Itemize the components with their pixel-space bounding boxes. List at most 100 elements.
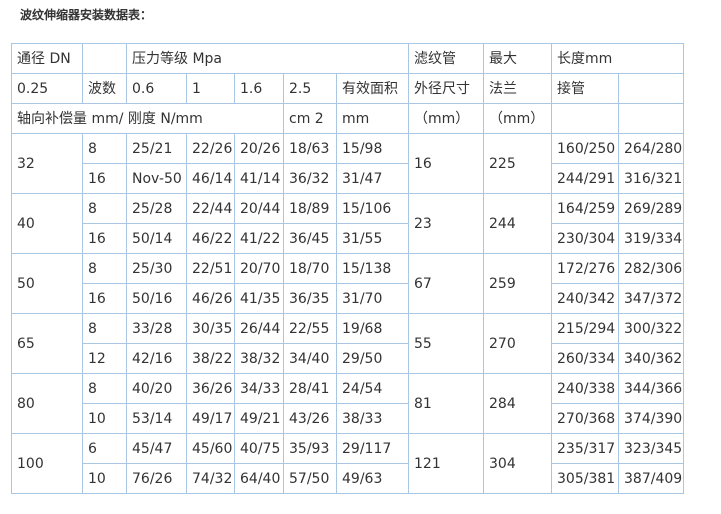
header-row-1: 通径 DN 压力等级 Mpa 滤纹管 最大 长度mm: [11, 43, 684, 74]
waves-cell: 16: [82, 223, 127, 254]
flange-length-cell: 305/381: [551, 463, 619, 494]
pressure-1-cell: 46/26: [186, 283, 235, 314]
pressure-16-cell: 41/14: [234, 163, 284, 194]
dn-cell: 32: [11, 133, 83, 194]
pressure-16-cell: 26/44: [234, 313, 284, 344]
max-cell: 304: [483, 433, 552, 494]
pressure-value-025: 0.25: [11, 73, 83, 104]
table-row: 16 50/16 46/26 41/35 36/35 31/70 240/342 347/37…: [12, 283, 684, 314]
outer-size-cell: 121: [408, 433, 484, 494]
pipe-length-cell: 319/334: [618, 223, 684, 254]
pressure-25-cell: 18/63: [283, 133, 337, 164]
header-row-2: 0.25 波数 0.6 1 1.6 2.5 有效面积 外径尺寸 法兰 接管: [11, 73, 684, 104]
dn-cell: 40: [11, 193, 83, 254]
pressure-16-cell: 49/21: [234, 403, 284, 434]
dn-header: 通径 DN: [11, 43, 83, 74]
length-header: 长度mm: [551, 43, 619, 74]
blank-header-cell: [551, 103, 619, 134]
pipe-length-cell: 347/372: [618, 283, 684, 314]
pressure-1-cell: 22/51: [186, 253, 235, 284]
pressure-1-cell: 46/22: [186, 223, 235, 254]
table-row: 40 8 25/28 22/44 20/44 18/89 15/106 23 244 164/25…: [11, 193, 684, 254]
dn-cell: 100: [11, 433, 83, 494]
pressure-16-cell: 41/22: [234, 223, 284, 254]
pressure-value-25: 2.5: [283, 73, 337, 104]
pipe-length-cell: 282/306: [618, 253, 684, 284]
pressure-16-cell: 64/40: [234, 463, 284, 494]
pressure-06-cell: 40/20: [126, 373, 187, 404]
pressure-1-cell: 49/17: [186, 403, 235, 434]
pressure-value-06: 0.6: [126, 73, 187, 104]
blank-header-cell: [82, 43, 127, 74]
pressure-25-cell: 18/89: [283, 193, 337, 224]
pressure-06-cell: 25/28: [126, 193, 187, 224]
max-cell: 284: [483, 373, 552, 434]
pressure-06-cell: 53/14: [126, 403, 187, 434]
waves-cell: 10: [82, 463, 127, 494]
pressure-25-cell: 43/26: [283, 403, 337, 434]
pipe-length-cell: 387/409: [618, 463, 684, 494]
pressure-header: 压力等级 Mpa: [126, 43, 409, 74]
flange-length-cell: 240/338: [551, 373, 619, 404]
outer-size-cell: 23: [408, 193, 484, 254]
pressure-25-cell: 34/40: [283, 343, 337, 374]
outer-size-cell: 67: [408, 253, 484, 314]
waves-cell: 8: [82, 133, 127, 164]
effective-area-cell: 31/55: [336, 223, 409, 254]
table-row: 10 76/26 74/32 64/40 57/50 49/63 305/381 387/40…: [12, 463, 684, 494]
flange-length-cell: 244/291: [551, 163, 619, 194]
pipe-length-cell: 374/390: [618, 403, 684, 434]
blank-header-cell: [618, 103, 684, 134]
pipe-header: 接管: [551, 73, 619, 104]
outer-size-header: 外径尺寸: [408, 73, 484, 104]
waves-cell: 8: [82, 253, 127, 284]
pressure-06-cell: 25/21: [126, 133, 187, 164]
mm-unit-header: mm: [336, 103, 409, 134]
pressure-1-cell: 22/44: [186, 193, 235, 224]
flange-length-cell: 160/250: [551, 133, 619, 164]
pressure-1-cell: 46/14: [186, 163, 235, 194]
pipe-length-cell: 316/321: [618, 163, 684, 194]
flange-length-cell: 164/259: [551, 193, 619, 224]
effective-area-header: 有效面积: [336, 73, 409, 104]
effective-area-cell: 38/33: [336, 403, 409, 434]
table-row: 65 8 33/28 30/35 26/44 22/55 19/68 55 270 215/294…: [11, 313, 684, 374]
installation-data-table: 通径 DN 压力等级 Mpa 滤纹管 最大 长度mm 0.25 波数 0.6 1…: [11, 43, 684, 494]
outer-size-cell: 55: [408, 313, 484, 374]
waves-cell: 8: [82, 373, 127, 404]
pressure-25-cell: 57/50: [283, 463, 337, 494]
table-row: 16 50/14 46/22 41/22 36/45 31/55 230/304 319/33…: [12, 223, 684, 254]
flange-length-cell: 270/368: [551, 403, 619, 434]
filter-pipe-header: 滤纹管: [408, 43, 484, 74]
pressure-1-cell: 74/32: [186, 463, 235, 494]
effective-area-cell: 29/117: [336, 433, 409, 464]
table-row: 50 8 25/30 22/51 20/70 18/70 15/138 67 259 172/27…: [11, 253, 684, 314]
pressure-06-cell: 50/14: [126, 223, 187, 254]
pressure-1-cell: 22/26: [186, 133, 235, 164]
pipe-length-cell: 340/362: [618, 343, 684, 374]
waves-cell: 12: [82, 343, 127, 374]
max-cell: 270: [483, 313, 552, 374]
table-row: 100 6 45/47 45/60 40/75 35/93 29/117 121 304 235/…: [11, 433, 684, 494]
waves-cell: 6: [82, 433, 127, 464]
dn-cell: 50: [11, 253, 83, 314]
flange-length-cell: 240/342: [551, 283, 619, 314]
pressure-25-cell: 28/41: [283, 373, 337, 404]
max-cell: 259: [483, 253, 552, 314]
waves-cell: 16: [82, 283, 127, 314]
flange-length-cell: 235/317: [551, 433, 619, 464]
waves-cell: 16: [82, 163, 127, 194]
pressure-value-1: 1: [186, 73, 235, 104]
outer-size-cell: 81: [408, 373, 484, 434]
pipe-length-cell: 264/280: [618, 133, 684, 164]
flange-length-cell: 172/276: [551, 253, 619, 284]
pressure-25-cell: 36/32: [283, 163, 337, 194]
waves-cell: 10: [82, 403, 127, 434]
pressure-06-cell: 25/30: [126, 253, 187, 284]
table-row: 80 8 40/20 36/26 34/33 28/41 24/54 81 284 240/338…: [11, 373, 684, 434]
flange-length-cell: 230/304: [551, 223, 619, 254]
max-cell: 225: [483, 133, 552, 194]
pressure-1-cell: 38/22: [186, 343, 235, 374]
pressure-25-cell: 36/35: [283, 283, 337, 314]
pressure-16-cell: 20/44: [234, 193, 284, 224]
